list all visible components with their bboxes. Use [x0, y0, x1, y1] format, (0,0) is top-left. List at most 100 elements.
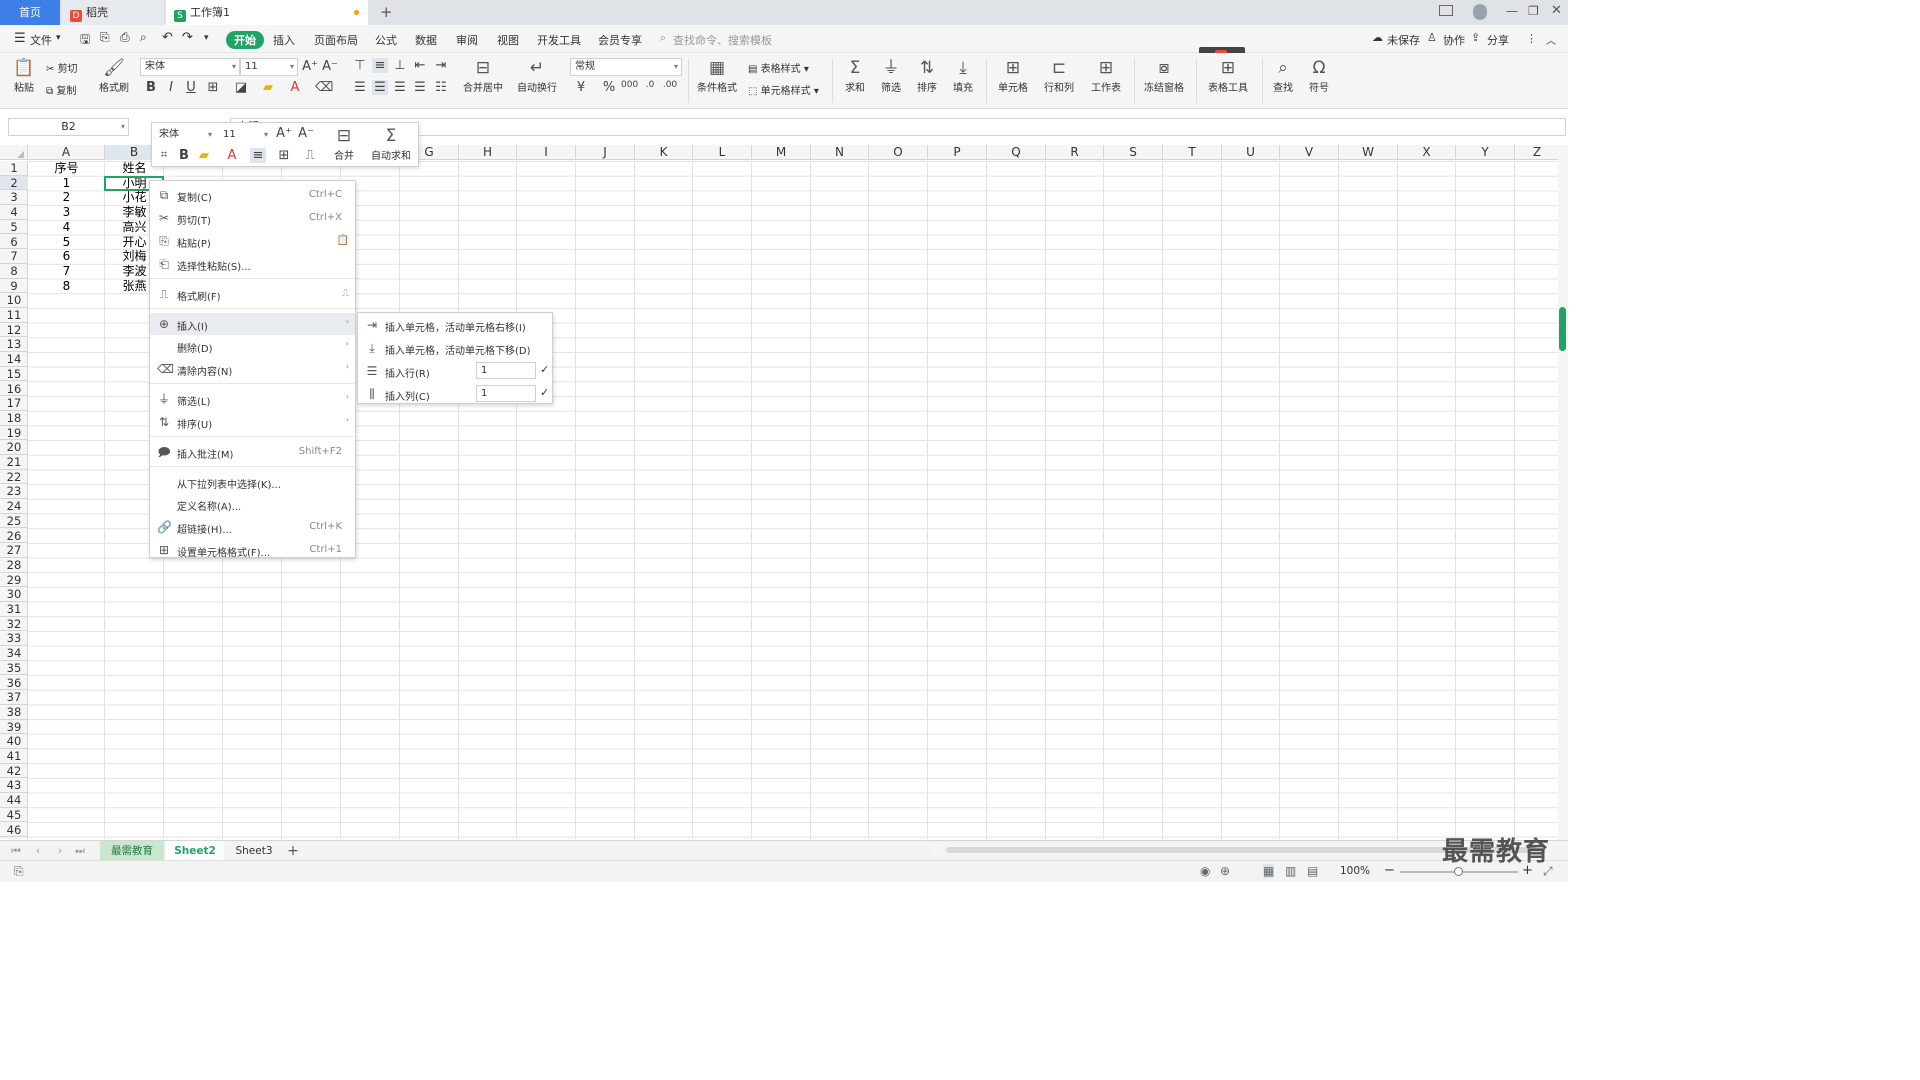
font-color-icon[interactable]: A [224, 148, 240, 163]
highlight-icon[interactable]: ▰ [196, 148, 212, 163]
menu-item-comment[interactable]: 🗩 插入批注(M) Shift+F2 [150, 441, 355, 463]
percent-icon[interactable]: % [601, 80, 617, 95]
column-header[interactable]: N [811, 145, 869, 160]
italic-icon[interactable]: I [163, 80, 179, 95]
sort-button[interactable]: ⇅ 排序 [912, 57, 942, 94]
align-center-icon[interactable]: ≡ [250, 148, 266, 163]
menu-start[interactable]: 开始 [226, 31, 264, 49]
eye-protection-icon[interactable]: ◉ [1200, 864, 1210, 878]
menu-member[interactable]: 会员专享 [598, 32, 642, 48]
row-header[interactable]: 6 [0, 235, 28, 250]
mini-autosum-button[interactable]: Σ 自动求和 [366, 125, 416, 162]
menu-item-paste[interactable]: ⎘ 粘贴(P) 📋 [150, 230, 355, 252]
column-header[interactable]: T [1163, 145, 1222, 160]
currency-icon[interactable]: ¥ [573, 80, 589, 95]
filter-button[interactable]: ⏚ 筛选 [876, 57, 906, 94]
text-select-icon[interactable]: ⌗ [156, 148, 172, 162]
cell-seq[interactable]: 4 [28, 220, 105, 235]
cell-seq[interactable]: 8 [28, 279, 105, 294]
column-header[interactable]: Q [987, 145, 1046, 160]
next-sheet-icon[interactable]: › [52, 841, 68, 861]
print-icon[interactable]: ⎙ [120, 30, 130, 45]
scrollbar-thumb[interactable] [1559, 307, 1566, 351]
close-icon[interactable]: ✕ [1551, 3, 1562, 18]
row-header[interactable]: 31 [0, 602, 28, 617]
underline-icon[interactable]: U [183, 80, 199, 95]
font-color-icon[interactable]: A [287, 80, 303, 95]
align-right-icon[interactable]: ☰ [392, 80, 408, 95]
column-header[interactable]: R [1046, 145, 1104, 160]
menu-developer[interactable]: 开发工具 [537, 32, 581, 48]
tab-docer[interactable]: D 稻壳 [62, 0, 164, 25]
cell-header-seq[interactable]: 序号 [28, 161, 105, 176]
select-all-corner[interactable] [0, 145, 28, 160]
row-header[interactable]: 5 [0, 220, 28, 235]
font-size-select[interactable]: 11 [240, 58, 298, 76]
zoom-out-icon[interactable]: − [1384, 863, 1395, 878]
collaborate-button[interactable]: 协作 [1443, 32, 1465, 48]
macro-record-icon[interactable]: ⎘ [14, 864, 24, 879]
sheet-tab[interactable]: Sheet2 [166, 841, 224, 861]
worksheet-button[interactable]: ⊞ 工作表 [1086, 57, 1126, 94]
row-header[interactable]: 40 [0, 734, 28, 749]
submenu-item-shift-right[interactable]: ⇥ 插入单元格，活动单元格右移(I) [358, 314, 552, 336]
zoom-level[interactable]: 100% [1340, 865, 1370, 877]
row-header[interactable]: 15 [0, 367, 28, 382]
row-header[interactable]: 38 [0, 705, 28, 720]
column-header[interactable]: H [459, 145, 517, 160]
border-icon[interactable]: ⊞ [205, 80, 221, 95]
sum-button[interactable]: Σ 求和 [840, 57, 870, 94]
file-menu[interactable]: 文件 [30, 32, 52, 48]
row-header[interactable]: 25 [0, 514, 28, 529]
menu-item-sort[interactable]: ⇅ 排序(U) › [150, 411, 355, 433]
row-col-button[interactable]: ⊏ 行和列 [1040, 57, 1078, 94]
row-header[interactable]: 26 [0, 529, 28, 544]
row-header[interactable]: 8 [0, 264, 28, 279]
minimize-icon[interactable]: — [1506, 4, 1518, 18]
format-painter-quick-icon[interactable]: ⎍ [342, 288, 349, 299]
formula-input[interactable]: 小明 [230, 118, 1566, 136]
menu-view[interactable]: 视图 [497, 32, 519, 48]
column-header[interactable]: X [1398, 145, 1456, 160]
add-sheet-icon[interactable]: + [284, 841, 302, 861]
cell-fill-icon[interactable]: ◪ [233, 80, 249, 95]
restore-icon[interactable]: ❐ [1528, 4, 1539, 18]
row-header[interactable]: 23 [0, 484, 28, 500]
submenu-item-shift-down[interactable]: ⤓ 插入单元格，活动单元格下移(D) [358, 337, 552, 359]
row-header[interactable]: 2 [0, 175, 28, 191]
table-style-button[interactable]: ▤ 表格样式 ▾ [748, 60, 809, 75]
wrap-text-button[interactable]: ↵ 自动换行 [514, 57, 560, 94]
distribute-icon[interactable]: ☷ [433, 80, 449, 95]
font-shrink-icon[interactable]: A⁻ [322, 59, 338, 74]
zoom-slider[interactable] [1400, 867, 1518, 876]
collapse-ribbon-icon[interactable]: ︿ [1546, 32, 1556, 47]
bold-icon[interactable]: B [176, 148, 192, 163]
highlight-icon[interactable]: ▰ [260, 80, 276, 95]
row-header[interactable]: 1 [0, 161, 28, 176]
column-header[interactable]: I [517, 145, 576, 160]
row-header[interactable]: 11 [0, 308, 28, 323]
row-header[interactable]: 43 [0, 778, 28, 794]
menu-item-delete[interactable]: 删除(D) › [150, 335, 355, 357]
number-format-select[interactable]: 常规 [570, 58, 682, 76]
row-header[interactable]: 35 [0, 661, 28, 676]
format-painter-icon[interactable]: ⎍ [302, 148, 318, 163]
row-header[interactable]: 46 [0, 823, 28, 838]
font-grow-icon[interactable]: A⁺ [276, 126, 292, 141]
row-header[interactable]: 9 [0, 279, 28, 294]
print-preview-icon[interactable]: ⌕ [140, 30, 147, 45]
align-top-icon[interactable]: ⊤ [352, 58, 368, 73]
save-icon[interactable]: 🖫 [80, 30, 90, 51]
row-header[interactable]: 42 [0, 764, 28, 779]
freeze-panes-button[interactable]: ⧇ 冻结窗格 [1140, 57, 1188, 94]
justify-icon[interactable]: ☰ [412, 80, 428, 95]
cell-seq[interactable]: 6 [28, 249, 105, 264]
page-break-view-icon[interactable]: ▤ [1307, 864, 1318, 878]
row-header[interactable]: 20 [0, 440, 28, 455]
hamburger-icon[interactable]: ☰ [14, 31, 26, 46]
font-grow-icon[interactable]: A⁺ [302, 59, 318, 74]
redo-icon[interactable]: ↷ [182, 30, 193, 45]
conditional-format-button[interactable]: ▦ 条件格式 [692, 57, 742, 94]
column-header[interactable]: V [1280, 145, 1339, 160]
more-icon[interactable]: ⋮ [1526, 32, 1537, 45]
